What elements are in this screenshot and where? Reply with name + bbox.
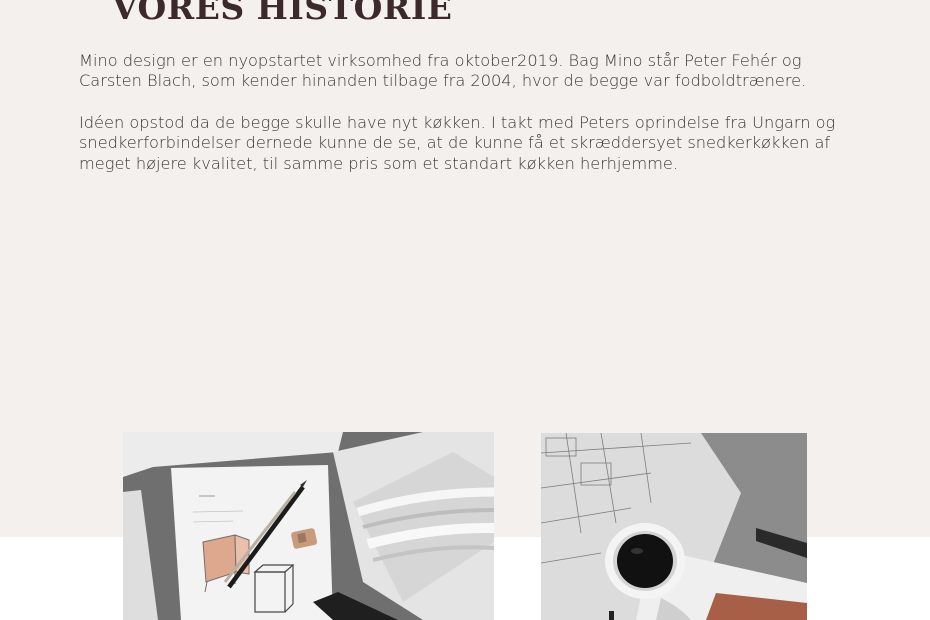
section-title: VORES HISTORIE (112, 0, 453, 27)
story-paragraph-2: Idéen opstod da de begge skulle have nyt… (79, 113, 836, 173)
story-paragraph-1: Mino design er en nyopstartet virksomhed… (79, 51, 807, 91)
design-sketch-photo (123, 432, 494, 620)
coffee-blueprint-photo (541, 433, 807, 620)
